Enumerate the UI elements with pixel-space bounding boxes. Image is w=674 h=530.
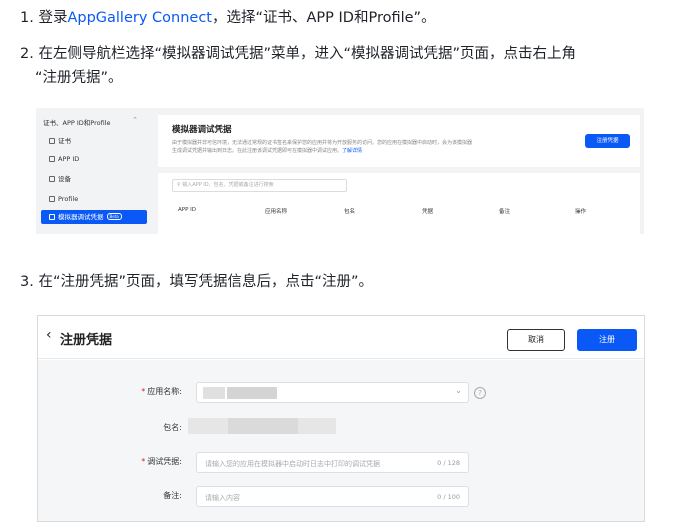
sidebar-item-device[interactable]: 设备 bbox=[41, 172, 147, 186]
table-header: 操作 bbox=[575, 209, 587, 215]
description-text: 由于模拟器并非可信环境，无法通过常规的证书签名来保护您的应用并将为开放服务的访问… bbox=[172, 140, 473, 146]
page-title: 注册凭据 bbox=[60, 333, 113, 348]
table-card: ⚲ 输入APP ID、包名、凭据或备注进行搜索 APP ID 应用名称 包名 凭… bbox=[158, 173, 640, 234]
sidebar-item-label: APP ID bbox=[58, 155, 80, 163]
required-mark: * bbox=[141, 457, 146, 466]
sidebar-item-label: 证书 bbox=[58, 137, 71, 145]
table-header: APP ID bbox=[178, 207, 197, 213]
file-icon bbox=[49, 196, 55, 202]
search-placeholder: 输入APP ID、包名、凭据或备注进行搜索 bbox=[182, 182, 274, 188]
screenshot-credentials-list: 证书、APP ID和Profile ⌃ 证书 APP ID 设备 Profile… bbox=[36, 108, 644, 234]
step-number: 2. bbox=[20, 46, 34, 62]
sidebar: 证书、APP ID和Profile ⌃ 证书 APP ID 设备 Profile… bbox=[36, 108, 153, 234]
file-icon bbox=[49, 156, 55, 162]
credential-char-count: 0 / 128 bbox=[437, 459, 460, 467]
file-icon bbox=[49, 138, 55, 144]
step-text: “注册凭据”。 bbox=[35, 70, 123, 86]
search-input[interactable]: ⚲ 输入APP ID、包名、凭据或备注进行搜索 bbox=[172, 179, 347, 192]
remark-placeholder: 请输入内容 bbox=[205, 494, 240, 502]
form-header: ‹ 注册凭据 取消 注册 bbox=[38, 316, 644, 359]
sidebar-group-label: 证书、APP ID和Profile bbox=[43, 119, 111, 127]
file-icon bbox=[49, 214, 55, 220]
screenshot-register-credential: ‹ 注册凭据 取消 注册 * 应用名称: ⌄ ? 包名: * 调试凭据: 请输入您的… bbox=[37, 315, 645, 522]
page-title: 模拟器调试凭据 bbox=[172, 125, 232, 135]
sidebar-item-emulator-credentials[interactable]: 模拟器调试凭据 Beta bbox=[41, 210, 147, 224]
beta-badge: Beta bbox=[106, 213, 122, 220]
package-label: 包名: bbox=[163, 423, 182, 432]
form-body: * 应用名称: ⌄ ? 包名: * 调试凭据: 请输入您的应用在模拟器中启动时日志中… bbox=[38, 360, 644, 521]
remark-label: 备注: bbox=[163, 491, 182, 500]
credential-label: * 调试凭据: bbox=[141, 456, 182, 467]
required-mark: * bbox=[141, 387, 146, 396]
table-header: 凭据 bbox=[422, 209, 434, 215]
chevron-down-icon: ⌄ bbox=[455, 386, 462, 395]
redacted-value bbox=[227, 387, 277, 399]
step-3: 3. 在“注册凭据”页面，填写凭据信息后，点击“注册”。 bbox=[20, 270, 373, 294]
sidebar-item-profile[interactable]: Profile bbox=[41, 192, 147, 206]
cancel-button[interactable]: 取消 bbox=[507, 329, 565, 351]
main-content: 模拟器调试凭据 由于模拟器并非可信环境，无法通过常规的证书签名来保护您的应用并将… bbox=[158, 108, 644, 234]
step-text: ，选择“证书、APP ID和Profile”。 bbox=[212, 10, 436, 26]
sidebar-item-label: 设备 bbox=[58, 175, 71, 183]
remark-input[interactable]: 请输入内容 0 / 100 bbox=[196, 486, 469, 507]
back-arrow-icon[interactable]: ‹ bbox=[46, 327, 52, 343]
step-1: 1. 登录AppGallery Connect，选择“证书、APP ID和Pro… bbox=[20, 6, 436, 30]
step-text: 在“注册凭据”页面，填写凭据信息后，点击“注册”。 bbox=[38, 274, 373, 290]
step-number: 3. bbox=[20, 274, 34, 290]
register-credential-button[interactable]: 注册凭据 bbox=[585, 134, 630, 148]
table-header: 包名 bbox=[344, 209, 356, 215]
appgallery-link[interactable]: AppGallery Connect bbox=[67, 10, 212, 26]
credential-input[interactable]: 请输入您的应用在模拟器中启动时日志中打印的调试凭据 0 / 128 bbox=[196, 452, 469, 473]
header-card: 模拟器调试凭据 由于模拟器并非可信环境，无法通过常规的证书签名来保护您的应用并将… bbox=[158, 115, 640, 167]
sidebar-group-header[interactable]: 证书、APP ID和Profile ⌃ bbox=[43, 116, 146, 127]
table-header: 备注 bbox=[499, 209, 511, 215]
table-header: 应用名称 bbox=[265, 209, 288, 215]
page-description: 由于模拟器并非可信环境，无法通过常规的证书签名来保护您的应用并将为开放服务的访问… bbox=[172, 139, 590, 155]
redacted-value bbox=[203, 387, 225, 399]
step-text: 登录 bbox=[38, 10, 68, 26]
help-icon[interactable]: ? bbox=[474, 387, 486, 399]
sidebar-item-label: Profile bbox=[58, 195, 79, 203]
app-name-label: * 应用名称: bbox=[141, 386, 182, 397]
redacted-package-value bbox=[228, 418, 298, 434]
credential-placeholder: 请输入您的应用在模拟器中启动时日志中打印的调试凭据 bbox=[205, 460, 380, 468]
learn-more-link[interactable]: 了解详情 bbox=[342, 148, 362, 154]
step-2: 2. 在左侧导航栏选择“模拟器调试凭据”菜单，进入“模拟器调试凭据”页面，点击右… bbox=[20, 42, 576, 90]
remark-char-count: 0 / 100 bbox=[437, 493, 460, 501]
chevron-up-icon: ⌃ bbox=[132, 116, 138, 124]
register-button[interactable]: 注册 bbox=[577, 329, 637, 351]
sidebar-item-certificate[interactable]: 证书 bbox=[41, 134, 147, 148]
file-icon bbox=[49, 176, 55, 182]
step-text: 在左侧导航栏选择“模拟器调试凭据”菜单，进入“模拟器调试凭据”页面，点击右上角 bbox=[38, 46, 576, 62]
sidebar-item-label: 模拟器调试凭据 bbox=[58, 213, 104, 221]
description-text: 生成调试凭据并输出到日志。在此注册该调试凭据即可在模拟器中调试应用。 bbox=[172, 148, 343, 154]
label-text: 应用名称: bbox=[147, 387, 182, 396]
sidebar-item-appid[interactable]: APP ID bbox=[41, 152, 147, 166]
app-name-select[interactable]: ⌄ bbox=[196, 382, 469, 403]
label-text: 调试凭据: bbox=[147, 457, 182, 466]
step-number: 1. bbox=[20, 10, 34, 26]
